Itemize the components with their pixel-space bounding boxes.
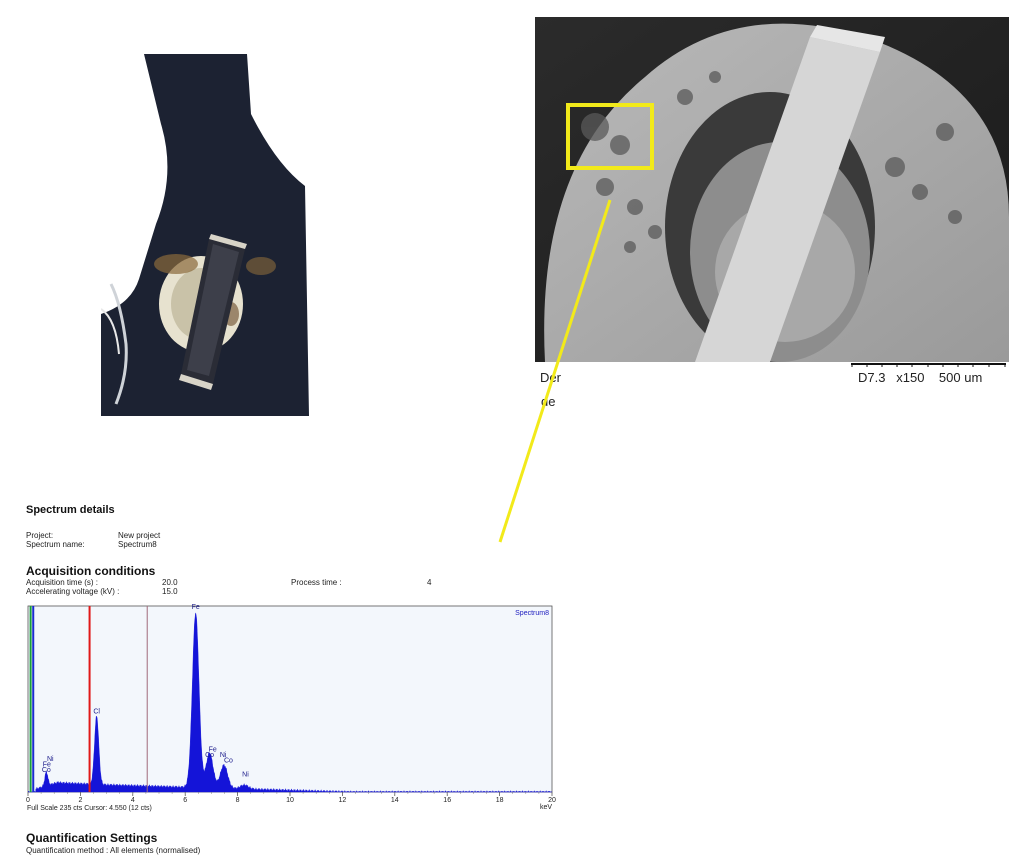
peak-label: Ni	[242, 772, 249, 779]
x-tick-label: 6	[183, 797, 187, 804]
accelerating-voltage-label: Accelerating voltage (kV) :	[26, 587, 120, 596]
sem-micrograph	[535, 17, 1009, 362]
plot-area	[27, 605, 553, 793]
peak-label: Co	[205, 752, 214, 759]
acquisition-conditions-title: Acquisition conditions	[26, 564, 156, 578]
x-tick-label: 16	[443, 797, 451, 804]
eds-spectrum-chart: NiFeCoClFeFeCo NiCoNiSpectrum80 2 4 6 8 10 12 14…	[26, 604, 556, 811]
spectrum-details-title: Spectrum details	[26, 504, 115, 516]
peak-label: Co	[224, 758, 233, 765]
process-time-label: Process time :	[291, 578, 342, 587]
optical-photo	[101, 54, 309, 416]
accelerating-voltage-value: 15.0	[162, 587, 178, 596]
sem-label-second-line: de	[541, 394, 556, 409]
series-name: Spectrum8	[515, 610, 549, 617]
acquisition-time-label: Acquisition time (s) :	[26, 578, 99, 587]
x-unit: keV	[540, 804, 552, 811]
peak-label: Co	[42, 767, 51, 774]
x-tick-label: 8	[236, 797, 240, 804]
full-scale-readout: Full Scale 235 cts Cursor: 4.550 (12 cts…	[27, 805, 152, 812]
x-tick-label: 18	[496, 797, 504, 804]
x-tick-label: 20	[548, 797, 556, 804]
sem-info: D7.3 x150 500 um	[858, 370, 983, 385]
process-time-value: 4	[427, 578, 432, 587]
sem-label: Der	[540, 370, 561, 385]
peak-label: Cl	[93, 709, 100, 716]
spectrum-name-label: Spectrum name:	[26, 540, 85, 549]
scale-bar	[851, 363, 1006, 367]
x-tick-label: 2	[78, 797, 82, 804]
x-tick-label: 12	[339, 797, 347, 804]
quantification-settings-title: Quantification Settings	[26, 831, 158, 845]
x-tick-label: 0	[26, 797, 30, 804]
peak-label: Fe	[192, 604, 200, 611]
project-value: New project	[118, 531, 161, 540]
quantification-method: Quantification method : All elements (no…	[26, 846, 201, 855]
x-tick-label: 10	[286, 797, 294, 804]
x-tick-label: 14	[391, 797, 399, 804]
project-label: Project:	[26, 531, 54, 540]
acquisition-time-value: 20.0	[162, 578, 178, 587]
spectrum-name-value: Spectrum8	[118, 540, 157, 549]
x-tick-label: 4	[131, 797, 135, 804]
